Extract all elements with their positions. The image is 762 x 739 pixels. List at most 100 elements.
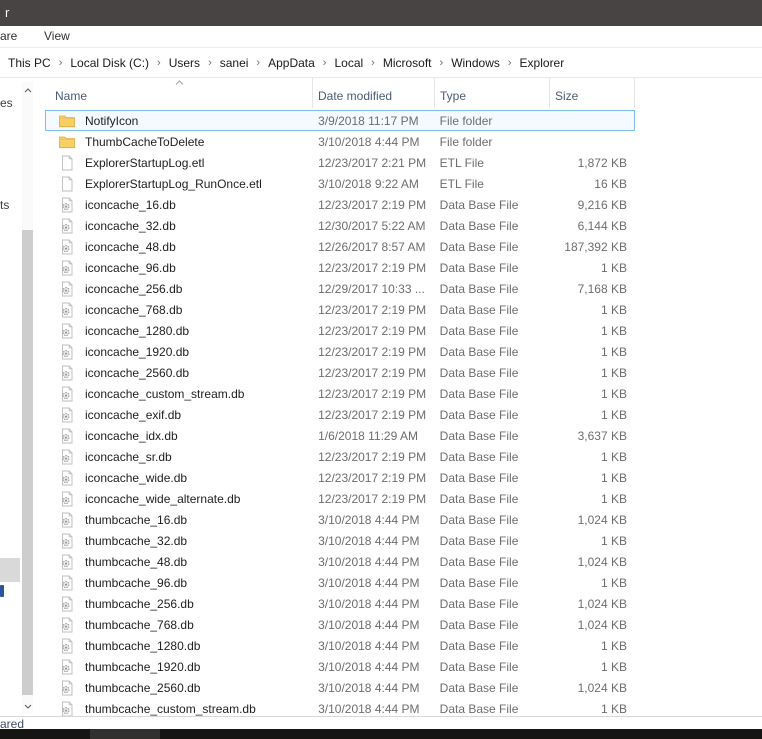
file-date-modified: 3/10/2018 4:44 PM xyxy=(318,554,420,569)
file-row[interactable]: iconcache_2560.db 12/23/2017 2:19 PM Dat… xyxy=(45,362,635,383)
file-size: 1,024 KB xyxy=(577,512,627,527)
file-type: ETL File xyxy=(439,176,484,191)
database-file-icon xyxy=(62,575,73,590)
file-size: 1 KB xyxy=(600,659,627,674)
file-size: 7,168 KB xyxy=(577,281,627,296)
chevron-right-icon[interactable]: › xyxy=(248,57,268,69)
chevron-right-icon[interactable]: › xyxy=(51,57,71,69)
file-row[interactable]: thumbcache_32.db 3/10/2018 4:44 PM Data … xyxy=(45,530,635,551)
navigation-pane: es ts xyxy=(0,78,36,716)
database-file-icon xyxy=(62,470,73,485)
database-file-icon xyxy=(62,197,73,212)
database-file-icon xyxy=(62,260,73,275)
file-row[interactable]: iconcache_16.db 12/23/2017 2:19 PM Data … xyxy=(45,194,635,215)
breadcrumb-item[interactable]: Users xyxy=(169,56,200,70)
file-type: Data Base File xyxy=(439,344,519,359)
breadcrumb-item[interactable]: Windows xyxy=(451,56,500,70)
file-date-modified: 3/10/2018 4:44 PM xyxy=(318,533,420,548)
file-row[interactable]: iconcache_idx.db 1/6/2018 11:29 AM Data … xyxy=(45,425,635,446)
file-row[interactable]: ExplorerStartupLog.etl 12/23/2017 2:21 P… xyxy=(45,152,635,173)
file-date-modified: 1/6/2018 11:29 AM xyxy=(318,428,418,443)
breadcrumb-item[interactable]: AppData xyxy=(268,56,315,70)
nav-scrollbar[interactable] xyxy=(22,82,33,714)
tab-view[interactable]: View xyxy=(44,29,70,43)
breadcrumb-item[interactable]: Microsoft xyxy=(383,56,432,70)
file-list-pane: Name Date modified Type Size NotifyIcon … xyxy=(36,78,762,716)
file-row[interactable]: thumbcache_custom_stream.db 3/10/2018 4:… xyxy=(45,698,635,716)
file-row[interactable]: iconcache_1920.db 12/23/2017 2:19 PM Dat… xyxy=(45,341,635,362)
file-row[interactable]: thumbcache_256.db 3/10/2018 4:44 PM Data… xyxy=(45,593,635,614)
file-row[interactable]: thumbcache_48.db 3/10/2018 4:44 PM Data … xyxy=(45,551,635,572)
file-icon xyxy=(62,176,73,191)
chevron-right-icon[interactable]: › xyxy=(315,57,335,69)
title-bar[interactable]: r xyxy=(0,0,762,26)
column-header-name[interactable]: Name xyxy=(45,78,313,108)
breadcrumb-item[interactable]: This PC xyxy=(8,56,51,70)
sidebar-selected-item[interactable] xyxy=(0,558,20,582)
database-file-icon xyxy=(62,680,73,695)
file-row[interactable]: thumbcache_768.db 3/10/2018 4:44 PM Data… xyxy=(45,614,635,635)
file-row[interactable]: iconcache_sr.db 12/23/2017 2:19 PM Data … xyxy=(45,446,635,467)
file-row[interactable]: iconcache_wide.db 12/23/2017 2:19 PM Dat… xyxy=(45,467,635,488)
file-row[interactable]: iconcache_256.db 12/29/2017 10:33 ... Da… xyxy=(45,278,635,299)
file-name: iconcache_custom_stream.db xyxy=(85,386,245,401)
file-size: 16 KB xyxy=(594,176,627,191)
chevron-right-icon[interactable]: › xyxy=(200,57,220,69)
scroll-down-button[interactable] xyxy=(22,698,33,714)
chevron-right-icon[interactable]: › xyxy=(363,57,383,69)
sidebar-icon-fragment xyxy=(0,585,4,597)
column-header-size[interactable]: Size xyxy=(550,78,635,108)
file-row[interactable]: thumbcache_16.db 3/10/2018 4:44 PM Data … xyxy=(45,509,635,530)
breadcrumb-item[interactable]: Local xyxy=(334,56,363,70)
file-type: Data Base File xyxy=(439,407,519,422)
file-row[interactable]: thumbcache_2560.db 3/10/2018 4:44 PM Dat… xyxy=(45,677,635,698)
database-file-icon xyxy=(62,365,73,380)
file-row[interactable]: iconcache_custom_stream.db 12/23/2017 2:… xyxy=(45,383,635,404)
file-row[interactable]: iconcache_1280.db 12/23/2017 2:19 PM Dat… xyxy=(45,320,635,341)
file-size: 1 KB xyxy=(600,260,627,275)
address-bar[interactable]: This PC › Local Disk (C:) › Users › sane… xyxy=(0,48,762,78)
file-type: Data Base File xyxy=(439,617,519,632)
file-size: 1 KB xyxy=(600,365,627,380)
file-size: 1 KB xyxy=(600,323,627,338)
scroll-up-button[interactable] xyxy=(22,82,33,98)
sidebar-item-fragment[interactable]: ts xyxy=(0,198,9,212)
file-name: iconcache_32.db xyxy=(85,218,176,233)
file-row[interactable]: thumbcache_1920.db 3/10/2018 4:44 PM Dat… xyxy=(45,656,635,677)
file-type: Data Base File xyxy=(439,386,519,401)
column-header-type[interactable]: Type xyxy=(435,78,550,108)
file-date-modified: 3/10/2018 4:44 PM xyxy=(318,659,420,674)
file-row[interactable]: iconcache_wide_alternate.db 12/23/2017 2… xyxy=(45,488,635,509)
sidebar-item-fragment[interactable]: es xyxy=(0,96,13,110)
explorer-window: r are View This PC › Local Disk (C:) › U… xyxy=(0,0,762,739)
breadcrumb-item[interactable]: Explorer xyxy=(520,56,565,70)
chevron-right-icon[interactable]: › xyxy=(432,57,452,69)
file-row[interactable]: iconcache_768.db 12/23/2017 2:19 PM Data… xyxy=(45,299,635,320)
database-file-icon xyxy=(62,638,73,653)
file-row[interactable]: iconcache_96.db 12/23/2017 2:19 PM Data … xyxy=(45,257,635,278)
file-row[interactable]: iconcache_exif.db 12/23/2017 2:19 PM Dat… xyxy=(45,404,635,425)
breadcrumb-item[interactable]: sanei xyxy=(220,56,249,70)
taskbar-button[interactable] xyxy=(90,729,160,739)
file-type: Data Base File xyxy=(439,197,519,212)
file-date-modified: 12/23/2017 2:21 PM xyxy=(318,155,427,170)
tab-share[interactable]: are xyxy=(0,29,17,43)
taskbar-strip[interactable] xyxy=(0,729,762,739)
chevron-right-icon[interactable]: › xyxy=(500,57,520,69)
chevron-right-icon[interactable]: › xyxy=(149,57,169,69)
file-row[interactable]: ExplorerStartupLog_RunOnce.etl 3/10/2018… xyxy=(45,173,635,194)
file-row[interactable]: NotifyIcon 3/9/2018 11:17 PM File folder xyxy=(45,110,635,131)
file-row[interactable]: thumbcache_1280.db 3/10/2018 4:44 PM Dat… xyxy=(45,635,635,656)
file-name: thumbcache_256.db xyxy=(85,596,194,611)
scrollbar-thumb[interactable] xyxy=(22,230,33,695)
file-type: Data Base File xyxy=(439,323,519,338)
file-size: 1 KB xyxy=(600,386,627,401)
file-date-modified: 12/23/2017 2:19 PM xyxy=(318,407,427,422)
file-row[interactable]: ThumbCacheToDelete 3/10/2018 4:44 PM Fil… xyxy=(45,131,635,152)
file-date-modified: 12/23/2017 2:19 PM xyxy=(318,365,427,380)
column-header-date-modified[interactable]: Date modified xyxy=(313,78,435,108)
breadcrumb-item[interactable]: Local Disk (C:) xyxy=(70,56,149,70)
file-row[interactable]: iconcache_32.db 12/30/2017 5:22 AM Data … xyxy=(45,215,635,236)
file-row[interactable]: iconcache_48.db 12/26/2017 8:57 AM Data … xyxy=(45,236,635,257)
file-row[interactable]: thumbcache_96.db 3/10/2018 4:44 PM Data … xyxy=(45,572,635,593)
